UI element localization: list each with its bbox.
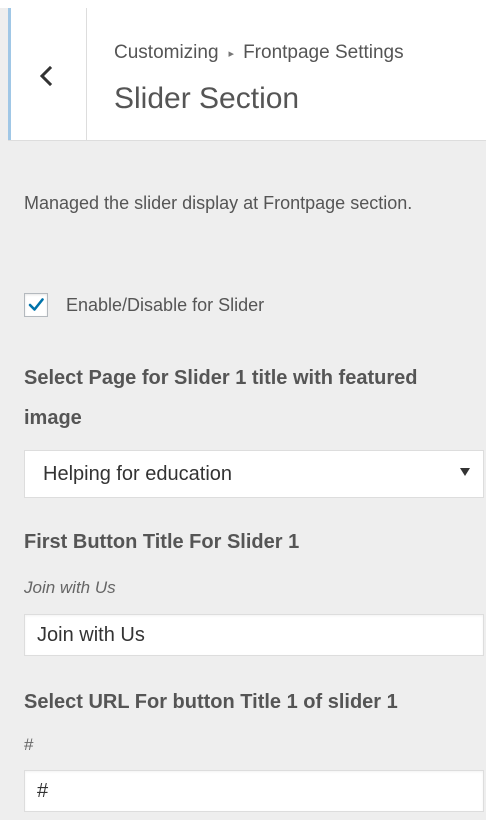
chevron-left-icon [39, 66, 53, 86]
breadcrumb-root: Customizing [114, 42, 219, 63]
section-title: Slider Section [114, 82, 300, 115]
slider1-page-select[interactable]: Helping for education [24, 450, 484, 498]
section-description: Managed the slider display at Frontpage … [24, 193, 413, 213]
triangle-down-icon [460, 468, 470, 476]
slider1-page-selected-value: Helping for education [43, 463, 233, 485]
enable-slider-label: Enable/Disable for Slider [66, 294, 265, 315]
breadcrumb-separator-icon: ▸ [228, 47, 235, 60]
button1-url-label: Select URL For button Title 1 of slider … [24, 691, 398, 713]
button1-title-label: First Button Title For Slider 1 [24, 531, 300, 553]
back-button[interactable] [8, 8, 87, 140]
slider1-page-label: Select Page for Slider 1 title with feat… [24, 367, 418, 429]
breadcrumb-parent: Frontpage Settings [243, 42, 404, 63]
enable-slider-checkbox[interactable] [24, 293, 48, 317]
button1-url-input[interactable] [24, 770, 484, 812]
panel-header: Customizing ▸ Frontpage Settings Slider … [8, 8, 486, 141]
checkmark-icon [28, 298, 44, 311]
enable-slider-row: Enable/Disable for Slider [24, 290, 264, 320]
button1-title-input[interactable] [24, 614, 484, 656]
button1-title-description: Join with Us [24, 578, 116, 597]
top-strip [0, 0, 486, 8]
button1-url-description: # [24, 735, 34, 754]
breadcrumb: Customizing ▸ Frontpage Settings [114, 42, 404, 64]
